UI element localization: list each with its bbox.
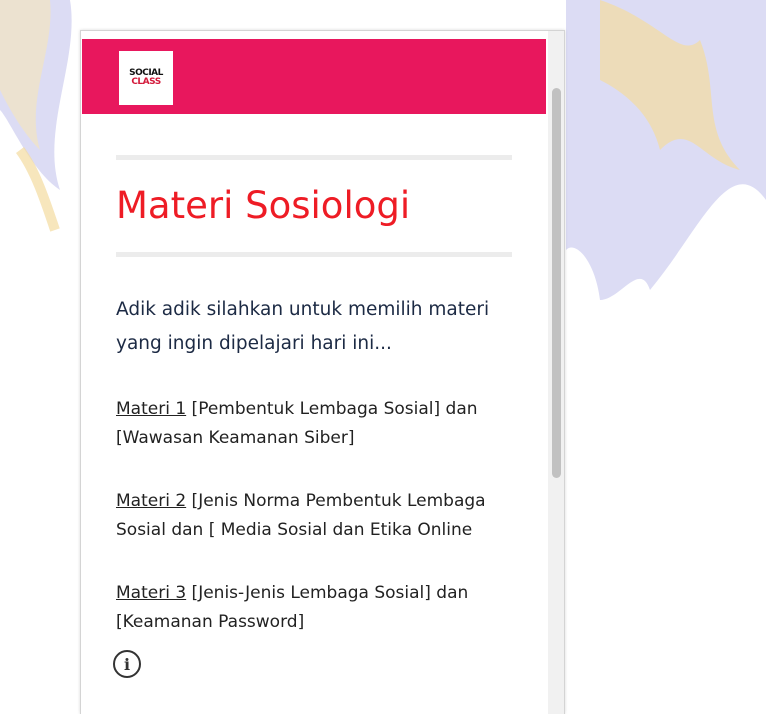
intro-text: Adik adik silahkan untuk memilih materi …	[116, 299, 490, 354]
mobile-preview-frame: SOCIAL CLASS Materi Sosiologi Adik adik …	[80, 30, 565, 714]
page-title: Materi Sosiologi	[116, 184, 411, 227]
logo-line2: CLASS	[131, 77, 161, 87]
list-item-materi-3: Materi 3 [Jenis-Jenis Lembaga Sosial] da…	[116, 579, 512, 637]
divider-top	[116, 155, 512, 160]
social-class-logo[interactable]: SOCIAL CLASS	[119, 51, 173, 105]
scrollbar-thumb[interactable]	[552, 88, 561, 478]
app-header: SOCIAL CLASS	[82, 39, 546, 114]
materi-2-link[interactable]: Materi 2	[116, 491, 186, 511]
materi-3-link[interactable]: Materi 3	[116, 583, 186, 603]
divider-bottom	[116, 252, 512, 257]
list-item-materi-1: Materi 1 [Pembentuk Lembaga Sosial] dan …	[116, 395, 512, 453]
scrollbar[interactable]	[548, 31, 564, 714]
main-content: Materi Sosiologi Adik adik silahkan untu…	[116, 155, 512, 637]
info-icon[interactable]: i	[113, 650, 141, 678]
list-item-materi-2: Materi 2 [Jenis Norma Pembentuk Lembaga …	[116, 487, 512, 545]
materi-1-link[interactable]: Materi 1	[116, 399, 186, 419]
